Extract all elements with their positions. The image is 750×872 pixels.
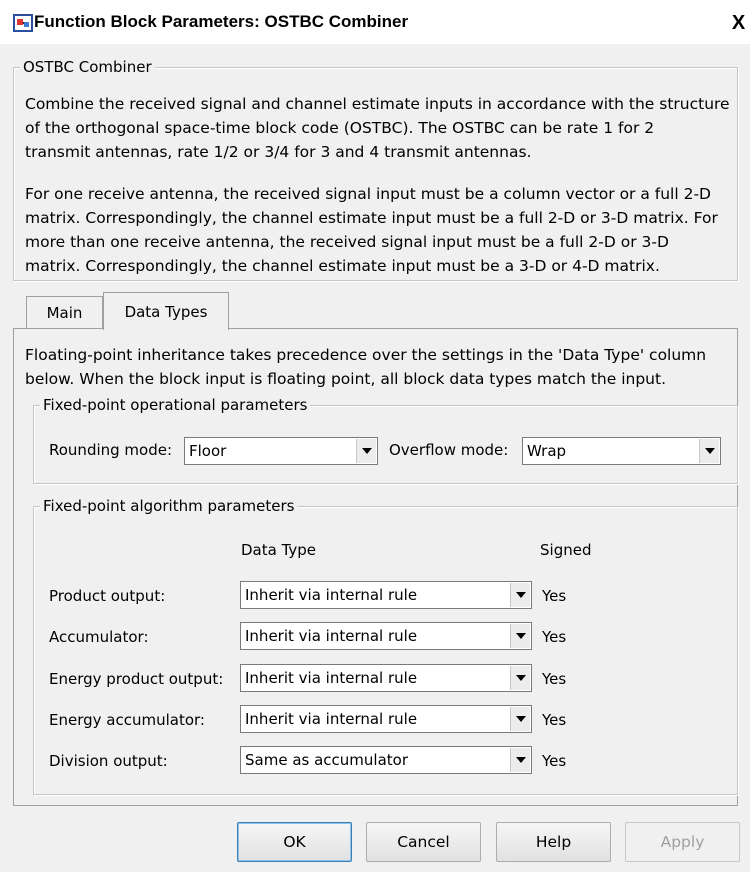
tab-main[interactable]: Main: [26, 296, 103, 328]
accumulator-select[interactable]: Inherit via internal rule: [240, 622, 532, 650]
chevron-down-icon[interactable]: [510, 666, 530, 690]
ok-button[interactable]: OK: [237, 822, 352, 862]
column-header-signed: Signed: [540, 541, 592, 559]
description-line: matrix. Correspondingly, the channel est…: [25, 209, 718, 227]
close-button[interactable]: X: [727, 12, 750, 34]
inheritance-note-line: below. When the block input is floating …: [25, 370, 667, 388]
apply-button[interactable]: Apply: [625, 822, 740, 862]
algorithm-params-title: Fixed-point algorithm parameters: [40, 497, 298, 515]
description-group-title: OSTBC Combiner: [20, 58, 155, 76]
simulink-block-icon: [13, 14, 33, 32]
accumulator-label: Accumulator:: [49, 628, 149, 646]
energy-product-output-label: Energy product output:: [49, 670, 224, 688]
description-line: more than one receive antenna, the recei…: [25, 233, 669, 251]
energy-product-output-signed: Yes: [542, 670, 567, 688]
rounding-mode-label: Rounding mode:: [49, 441, 173, 459]
chevron-down-icon[interactable]: [356, 439, 376, 463]
column-header-data-type: Data Type: [241, 541, 317, 559]
rounding-mode-select[interactable]: Floor: [184, 437, 378, 465]
overflow-mode-select[interactable]: Wrap: [522, 437, 721, 465]
description-line: of the orthogonal space-time block code …: [25, 119, 655, 137]
energy-accumulator-signed: Yes: [542, 711, 567, 729]
energy-accumulator-value: Inherit via internal rule: [245, 710, 418, 728]
help-button[interactable]: Help: [496, 822, 611, 862]
description-line: matrix. Correspondingly, the channel est…: [25, 257, 660, 275]
energy-accumulator-label: Energy accumulator:: [49, 711, 205, 729]
dialog-window: Function Block Parameters: OSTBC Combine…: [0, 0, 750, 872]
tab-data-types[interactable]: Data Types: [103, 292, 229, 330]
energy-product-output-select[interactable]: Inherit via internal rule: [240, 664, 532, 692]
division-output-label: Division output:: [49, 752, 168, 770]
product-output-signed: Yes: [542, 587, 567, 605]
chevron-down-icon[interactable]: [699, 439, 719, 463]
description-line: transmit antennas, rate 1/2 or 3/4 for 3…: [25, 143, 532, 161]
rounding-mode-value: Floor: [189, 442, 227, 460]
chevron-down-icon[interactable]: [510, 707, 530, 731]
overflow-mode-value: Wrap: [527, 442, 567, 460]
title-bar[interactable]: Function Block Parameters: OSTBC Combine…: [0, 0, 750, 44]
operational-params-title: Fixed-point operational parameters: [40, 396, 311, 414]
energy-product-output-value: Inherit via internal rule: [245, 669, 418, 687]
accumulator-signed: Yes: [542, 628, 567, 646]
chevron-down-icon[interactable]: [510, 748, 530, 772]
description-line: For one receive antenna, the received si…: [25, 185, 711, 203]
energy-accumulator-select[interactable]: Inherit via internal rule: [240, 705, 532, 733]
division-output-select[interactable]: Same as accumulator: [240, 746, 532, 774]
description-line: Combine the received signal and channel …: [25, 95, 730, 113]
division-output-signed: Yes: [542, 752, 567, 770]
overflow-mode-label: Overflow mode:: [389, 441, 509, 459]
product-output-value: Inherit via internal rule: [245, 586, 418, 604]
chevron-down-icon[interactable]: [510, 624, 530, 648]
window-title: Function Block Parameters: OSTBC Combine…: [34, 12, 409, 31]
accumulator-value: Inherit via internal rule: [245, 627, 418, 645]
division-output-value: Same as accumulator: [245, 751, 408, 769]
inheritance-note-line: Floating-point inheritance takes precede…: [25, 346, 707, 364]
cancel-button[interactable]: Cancel: [366, 822, 481, 862]
product-output-select[interactable]: Inherit via internal rule: [240, 581, 532, 609]
chevron-down-icon[interactable]: [510, 583, 530, 607]
product-output-label: Product output:: [49, 587, 166, 605]
